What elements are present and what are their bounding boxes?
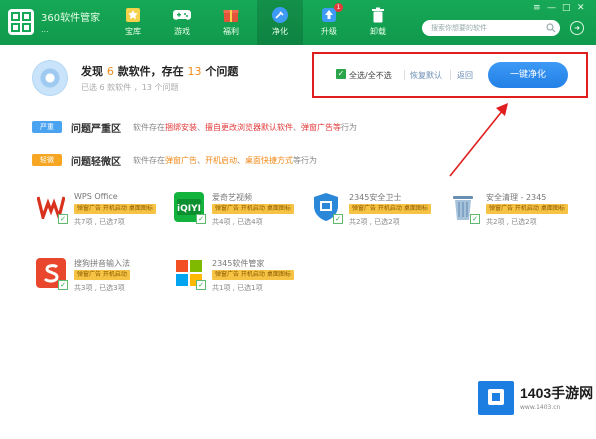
watermark-brand: 1403手游网 <box>520 385 594 401</box>
app-card-sogou[interactable]: ✓ 搜狗拼音输入法 弹窗广告 开机启动 共3项 , 已选3项 <box>36 258 156 306</box>
minor-section-title: 问题轻微区 <box>71 157 121 168</box>
app-card-wps[interactable]: ✓ WPS Office 弹窗广告 开机启动 桌面图标 共7项 , 已选7项 <box>36 192 156 240</box>
issue-tag: 弹窗广告 开机启动 <box>74 270 130 280</box>
minor-section-desc: 软件存在弹窗广告、开机启动、桌面快捷方式等行为 <box>133 156 317 165</box>
app-checkbox[interactable]: ✓ <box>333 214 343 224</box>
app-card-iqiyi[interactable]: iQIYI ✓ 爱奇艺视频 弹窗广告 开机启动 桌面图标 共4项 , 已选4项 <box>174 192 294 240</box>
app-checkbox[interactable]: ✓ <box>58 214 68 224</box>
issue-tag: 弹窗广告 开机启动 桌面图标 <box>74 204 156 214</box>
issue-tag: 弹窗广告 开机启动 桌面图标 <box>212 270 294 280</box>
app-checkbox[interactable]: ✓ <box>470 214 480 224</box>
serious-section-title: 问题严重区 <box>71 124 121 135</box>
watermark-url: www.1403.cn <box>520 404 561 411</box>
issue-tag: 弹窗广告 开机启动 桌面图标 <box>486 204 568 214</box>
watermark-logo-icon <box>478 381 514 415</box>
issue-tag: 弹窗广告 开机启动 桌面图标 <box>212 204 294 214</box>
app-checkbox[interactable]: ✓ <box>58 280 68 290</box>
issue-tag: 弹窗广告 开机启动 桌面图标 <box>349 204 431 214</box>
app-checkbox[interactable]: ✓ <box>196 280 206 290</box>
minor-tag: 轻微 <box>32 154 62 166</box>
svg-text:iQIYI: iQIYI <box>177 204 201 214</box>
app-checkbox[interactable]: ✓ <box>196 214 206 224</box>
app-card-2345-security[interactable]: ✓ 2345安全卫士 弹窗广告 开机启动 桌面图标 共2项 , 已选2项 <box>311 192 431 240</box>
app-card-2345-manager[interactable]: ✓ 2345软件管家 弹窗广告 开机启动 桌面图标 共1项 , 已选1项 <box>174 258 294 306</box>
app-card-2345-cleaner[interactable]: ✓ 安全清理 - 2345 弹窗广告 开机启动 桌面图标 共2项 , 已选2项 <box>448 192 568 240</box>
serious-section-desc: 软件存在捆绑安装、擅自更改浏览器默认软件、弹窗广告等行为 <box>133 123 357 132</box>
serious-tag: 严重 <box>32 121 62 133</box>
